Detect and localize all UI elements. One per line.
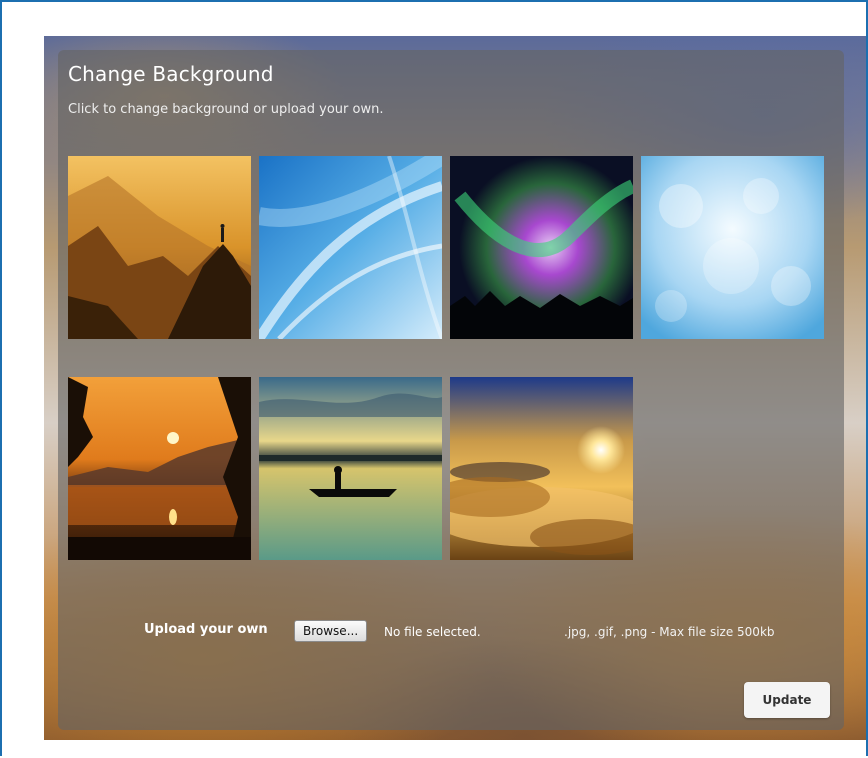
sun-above-clouds-thumbnail[interactable] (450, 377, 633, 560)
update-button[interactable]: Update (744, 682, 830, 718)
light-blue-bokeh-thumbnail[interactable] (641, 156, 824, 339)
aurora-thumbnail[interactable] (450, 156, 633, 339)
upload-label: Upload your own (144, 622, 268, 637)
change-background-dialog: Change Background Click to change backgr… (58, 50, 844, 730)
dialog-subtitle: Click to change background or upload you… (68, 102, 384, 117)
dialog-title: Change Background (68, 62, 274, 86)
blue-abstract-thumbnail[interactable] (259, 156, 442, 339)
upload-row: Upload your own Browse... No file select… (58, 618, 844, 648)
lake-sunset-thumbnail[interactable] (68, 377, 251, 560)
background-thumbnail-grid (68, 156, 828, 566)
browse-button[interactable]: Browse... (294, 620, 368, 642)
canoe-lake-thumbnail[interactable] (259, 377, 442, 560)
mountain-sunset-thumbnail[interactable] (68, 156, 251, 339)
background-preview: Change Background Click to change backgr… (44, 36, 866, 740)
file-status-text: No file selected. (384, 625, 481, 639)
file-type-hint: .jpg, .gif, .png - Max file size 500kb (564, 625, 775, 639)
